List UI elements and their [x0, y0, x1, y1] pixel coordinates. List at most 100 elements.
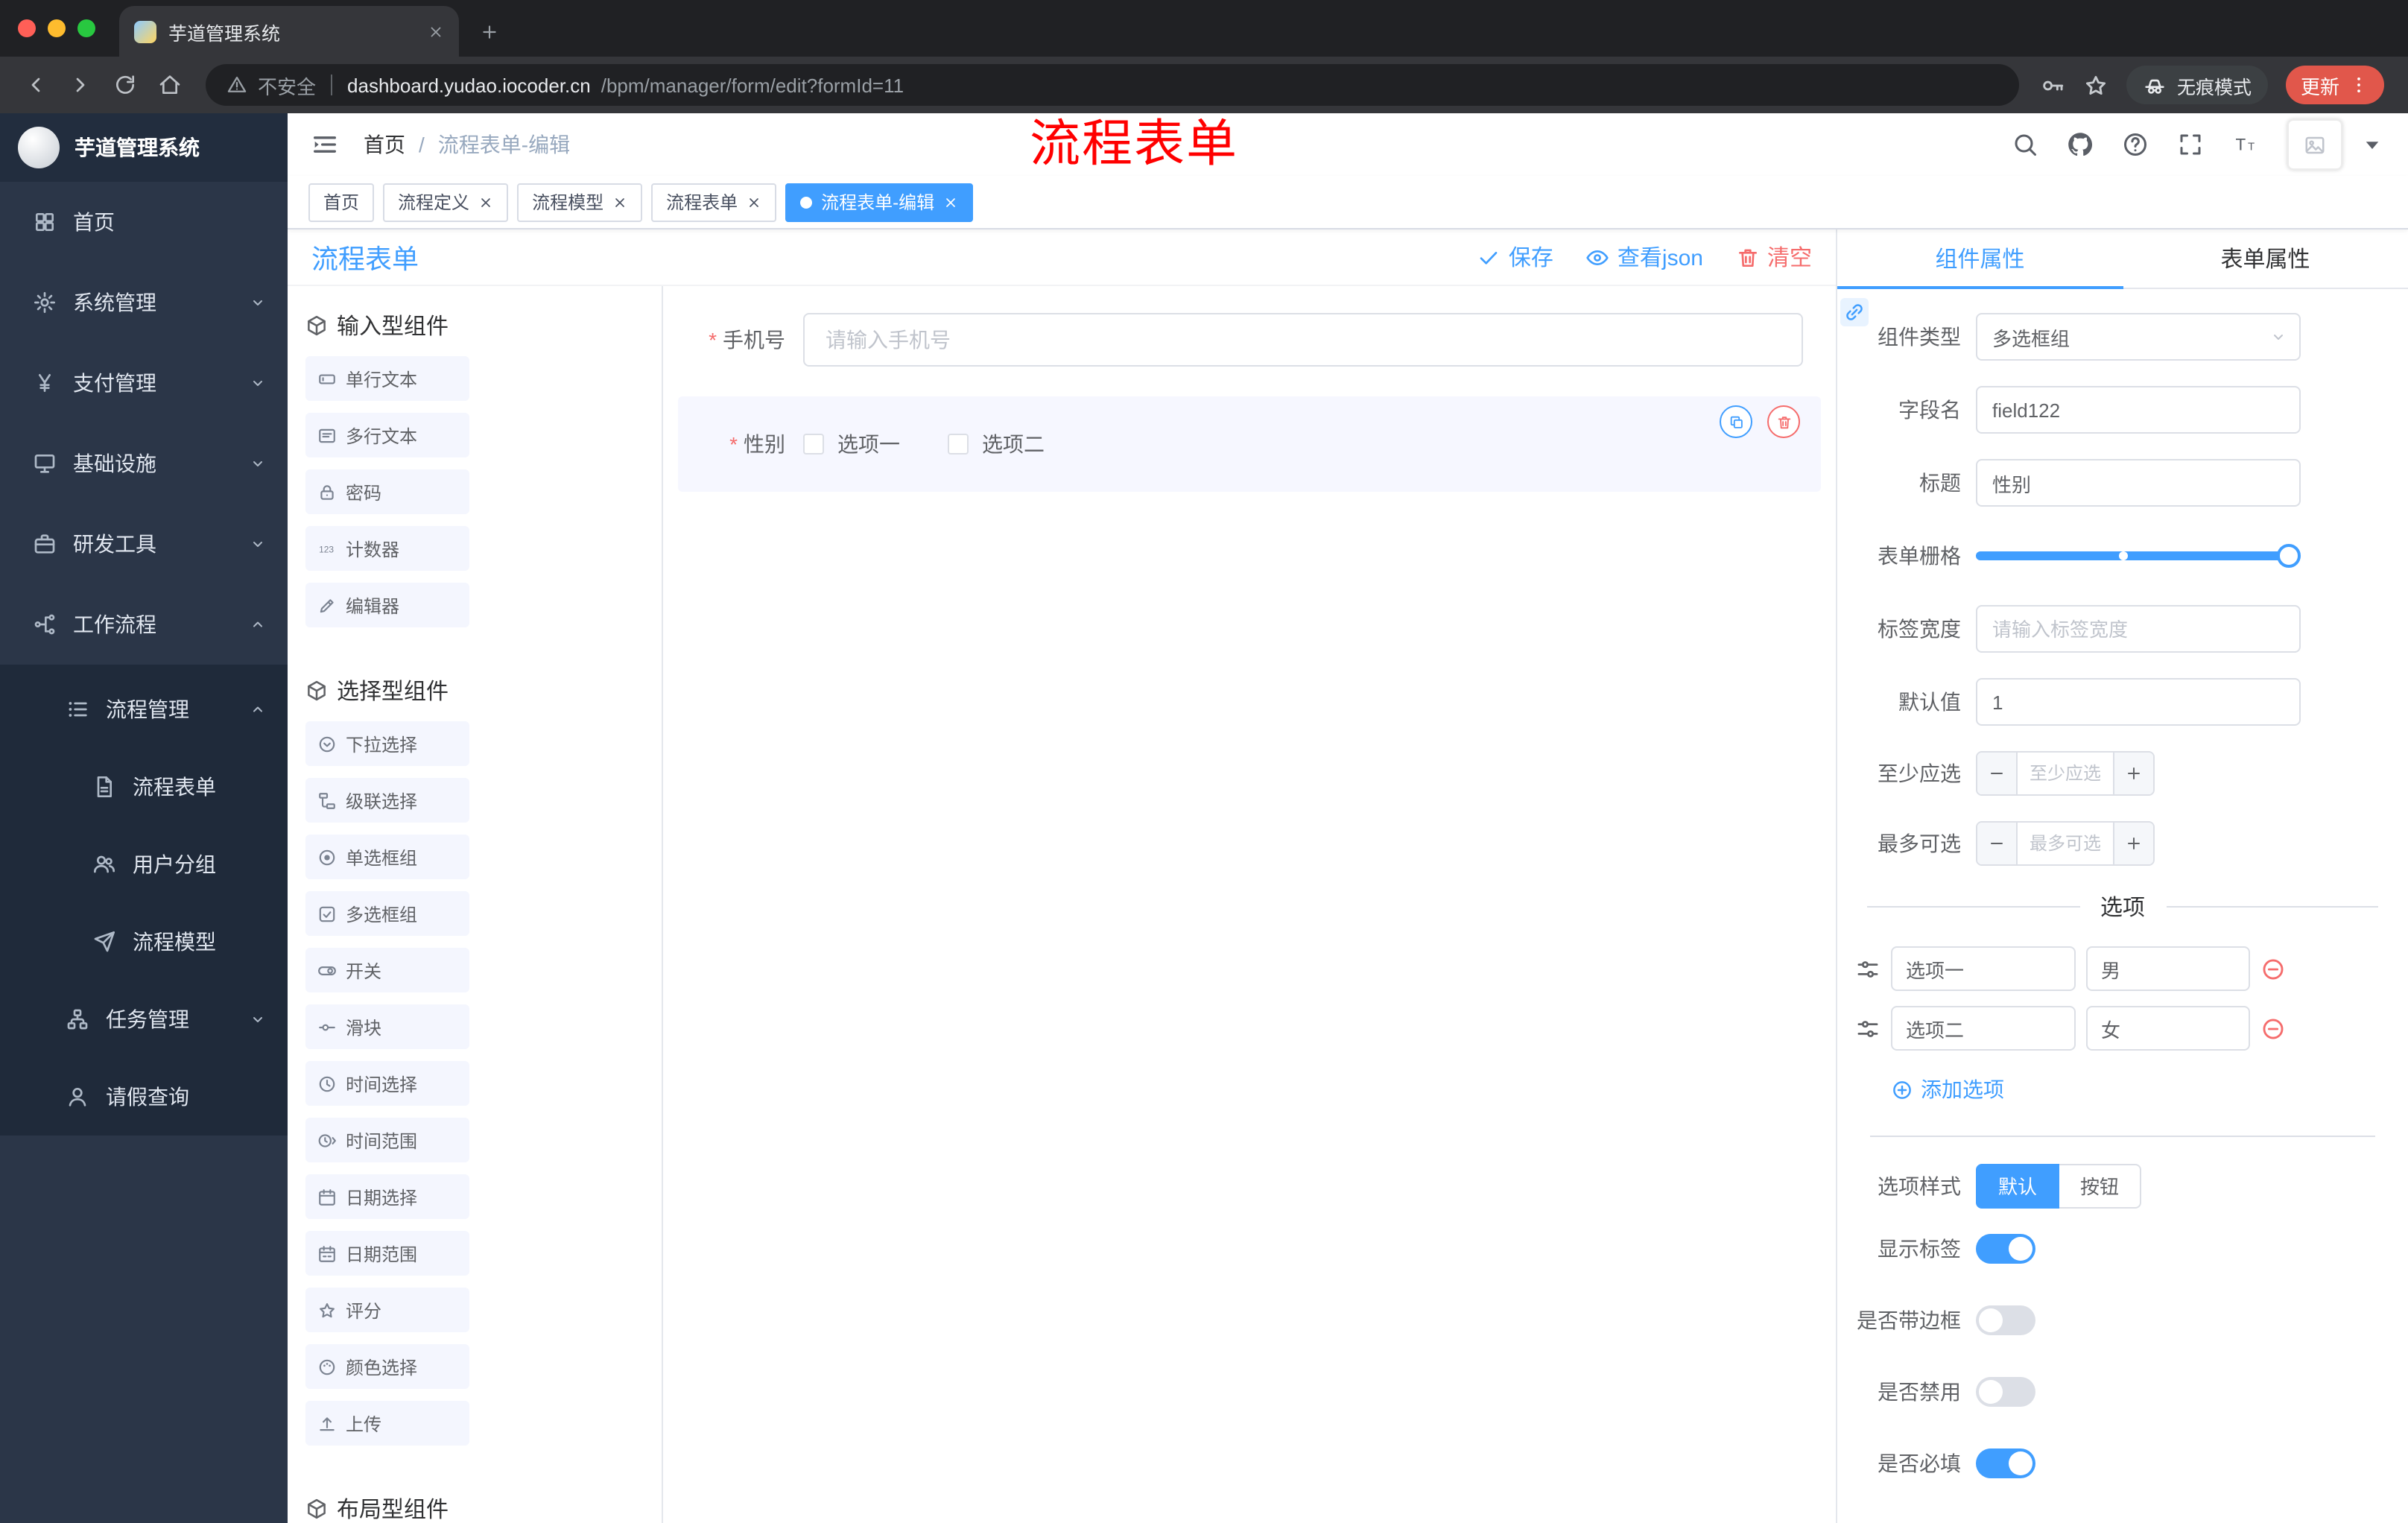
required-switch[interactable] [1976, 1448, 2035, 1478]
avatar[interactable] [2287, 119, 2342, 170]
palette-item-time-picker[interactable]: 时间选择 [305, 1061, 469, 1106]
canvas-field-gender[interactable]: 性别 选项一 选项二 [678, 396, 1821, 492]
tag-process-form-edit[interactable]: 流程表单-编辑 [785, 183, 974, 221]
option-value-input[interactable] [2086, 1006, 2250, 1051]
maximize-window-button[interactable] [77, 19, 95, 37]
palette-item-password[interactable]: 密码 [305, 469, 469, 514]
update-button[interactable]: 更新 [2285, 66, 2384, 104]
component-type-select[interactable]: 多选框组 [1976, 313, 2301, 361]
increase-button[interactable] [2113, 823, 2153, 864]
slider-track[interactable] [1976, 551, 2289, 560]
search-icon[interactable] [2012, 131, 2038, 158]
min-select-input[interactable] [2018, 753, 2113, 794]
back-button[interactable] [15, 64, 57, 106]
close-icon[interactable] [943, 194, 958, 209]
forward-button[interactable] [60, 64, 101, 106]
copy-field-button[interactable] [1720, 405, 1752, 438]
sidebar-item-devtools[interactable]: 研发工具 [0, 504, 288, 584]
breadcrumb-home[interactable]: 首页 [364, 130, 405, 159]
font-size-icon[interactable] [2232, 131, 2259, 158]
hamburger-icon[interactable] [310, 130, 340, 159]
sidebar-item-home[interactable]: 首页 [0, 182, 288, 262]
refresh-button[interactable] [104, 64, 146, 106]
label-width-input[interactable] [1976, 605, 2301, 653]
palette-item-checkbox-group[interactable]: 多选框组 [305, 891, 469, 936]
tab-form-props[interactable]: 表单属性 [2123, 229, 2408, 288]
palette-item-single-text[interactable]: 单行文本 [305, 356, 469, 401]
bookmark-star-icon[interactable] [2083, 72, 2108, 98]
fullscreen-icon[interactable] [2177, 131, 2204, 158]
slider-handle[interactable] [2277, 544, 2301, 568]
help-icon[interactable] [2122, 131, 2149, 158]
sidebar-item-system[interactable]: 系统管理 [0, 262, 288, 343]
disabled-switch[interactable] [1976, 1376, 2035, 1406]
browser-menu-icon[interactable] [2348, 75, 2369, 95]
link-icon[interactable] [1840, 298, 1869, 326]
sidebar-item-workflow[interactable]: 工作流程 [0, 584, 288, 665]
palette-item-date-picker[interactable]: 日期选择 [305, 1174, 469, 1219]
security-warning-icon[interactable] [226, 75, 247, 95]
style-default-button[interactable]: 默认 [1976, 1163, 2060, 1208]
field-name-input[interactable] [1976, 386, 2301, 434]
option-value-input[interactable] [2086, 946, 2250, 991]
tag-home[interactable]: 首页 [308, 183, 375, 221]
style-button-button[interactable]: 按钮 [2059, 1163, 2142, 1208]
remove-option-icon[interactable] [2260, 956, 2286, 981]
title-input[interactable] [1976, 459, 2301, 507]
sidebar-item-process-form[interactable]: 流程表单 [0, 748, 288, 826]
option-label-input[interactable] [1891, 946, 2076, 991]
new-tab-button[interactable] [468, 10, 510, 52]
palette-item-rate[interactable]: 评分 [305, 1288, 469, 1332]
add-option-button[interactable]: 添加选项 [1891, 1074, 2004, 1104]
decrease-button[interactable] [1977, 753, 2018, 794]
palette-item-radio-group[interactable]: 单选框组 [305, 835, 469, 879]
drag-handle-icon[interactable] [1855, 1016, 1881, 1041]
sidebar-item-payment[interactable]: 支付管理 [0, 343, 288, 423]
close-icon[interactable] [478, 194, 493, 209]
palette-item-upload[interactable]: 上传 [305, 1401, 469, 1446]
canvas-field-phone[interactable]: 手机号 [678, 298, 1821, 381]
tag-process-model[interactable]: 流程模型 [517, 183, 643, 221]
sidebar-item-process-model[interactable]: 流程模型 [0, 903, 288, 981]
save-button[interactable]: 保存 [1477, 241, 1553, 273]
phone-input[interactable] [803, 313, 1803, 367]
form-grid-slider[interactable] [1976, 532, 2301, 580]
palette-item-cascader[interactable]: 级联选择 [305, 778, 469, 823]
palette-item-color-picker[interactable]: 颜色选择 [305, 1344, 469, 1389]
app-logo[interactable]: 芋道管理系统 [0, 113, 288, 182]
tab-component-props[interactable]: 组件属性 [1837, 229, 2123, 289]
palette-item-editor[interactable]: 编辑器 [305, 583, 469, 627]
close-icon[interactable] [612, 194, 627, 209]
increase-button[interactable] [2113, 753, 2153, 794]
sidebar-item-process-management[interactable]: 流程管理 [0, 671, 288, 748]
github-icon[interactable] [2067, 131, 2094, 158]
browser-tab[interactable]: 芋道管理系统 [119, 6, 459, 57]
palette-item-switch[interactable]: 开关 [305, 948, 469, 992]
palette-item-select[interactable]: 下拉选择 [305, 721, 469, 766]
minimize-window-button[interactable] [48, 19, 66, 37]
gender-option-1-checkbox[interactable]: 选项一 [803, 429, 900, 459]
close-tab-icon[interactable] [428, 23, 444, 39]
palette-item-multi-text[interactable]: 多行文本 [305, 413, 469, 457]
max-select-input[interactable] [2018, 823, 2113, 864]
caret-down-icon[interactable] [2359, 131, 2386, 158]
with-border-switch[interactable] [1976, 1305, 2035, 1334]
sidebar-item-leave-query[interactable]: 请假查询 [0, 1058, 288, 1136]
delete-field-button[interactable] [1767, 405, 1800, 438]
close-icon[interactable] [747, 194, 761, 209]
tag-process-definition[interactable]: 流程定义 [383, 183, 509, 221]
clear-button[interactable]: 清空 [1736, 241, 1812, 273]
drag-handle-icon[interactable] [1855, 956, 1881, 981]
sidebar-item-task-management[interactable]: 任务管理 [0, 981, 288, 1058]
password-key-icon[interactable] [2040, 72, 2065, 98]
sidebar-item-infrastructure[interactable]: 基础设施 [0, 423, 288, 504]
palette-item-time-range[interactable]: 时间范围 [305, 1118, 469, 1162]
sidebar-item-user-group[interactable]: 用户分组 [0, 826, 288, 903]
palette-item-slider[interactable]: 滑块 [305, 1004, 469, 1049]
home-button[interactable] [149, 64, 191, 106]
view-json-button[interactable]: 查看json [1586, 241, 1703, 273]
remove-option-icon[interactable] [2260, 1016, 2286, 1041]
address-bar[interactable]: 不安全 dashboard.yudao.iocoder.cn/bpm/manag… [206, 64, 2019, 106]
palette-item-date-range[interactable]: 日期范围 [305, 1231, 469, 1276]
palette-item-counter[interactable]: 计数器 [305, 526, 469, 571]
